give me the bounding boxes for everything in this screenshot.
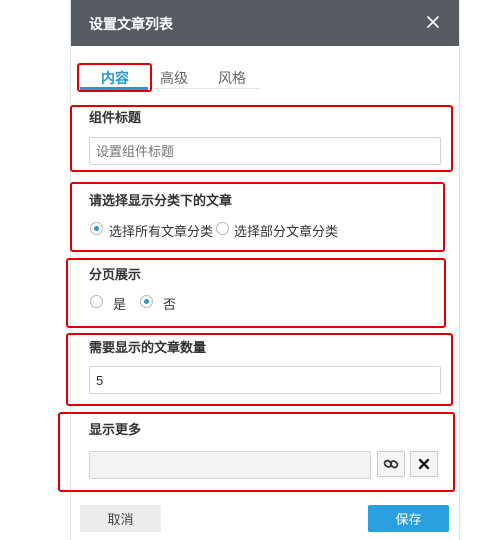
clear-button[interactable] [410, 451, 438, 477]
radio-some-categories[interactable] [216, 222, 229, 235]
save-button[interactable]: 保存 [368, 505, 449, 532]
article-count-input[interactable] [89, 366, 441, 394]
close-icon [427, 16, 439, 28]
radio-pagination-yes-label: 是 [113, 297, 127, 312]
link-button[interactable] [377, 451, 405, 477]
radio-some-categories-label: 选择部分文章分类 [234, 224, 339, 239]
tab-highlight-box [77, 63, 152, 92]
component-title-label: 组件标题 [89, 110, 142, 125]
dialog-title: 设置文章列表 [89, 16, 173, 32]
article-count-label: 需要显示的文章数量 [89, 340, 207, 355]
radio-pagination-yes[interactable] [90, 295, 103, 308]
radio-all-categories-label: 选择所有文章分类 [109, 224, 214, 239]
component-title-input[interactable] [89, 137, 441, 165]
link-icon [383, 459, 399, 469]
radio-all-categories[interactable] [90, 222, 103, 235]
cancel-button[interactable]: 取消 [80, 505, 161, 532]
tab-style[interactable]: 风格 [218, 68, 246, 88]
category-label: 请选择显示分类下的文章 [89, 193, 233, 208]
pagination-label: 分页展示 [89, 267, 142, 282]
panel-right-border [459, 0, 460, 540]
radio-pagination-no[interactable] [140, 295, 153, 308]
tab-advanced[interactable]: 高级 [160, 68, 188, 88]
close-button[interactable] [424, 13, 442, 31]
show-more-input[interactable] [89, 451, 371, 479]
show-more-label: 显示更多 [89, 422, 142, 437]
x-icon [418, 458, 430, 470]
radio-pagination-no-label: 否 [163, 297, 177, 312]
